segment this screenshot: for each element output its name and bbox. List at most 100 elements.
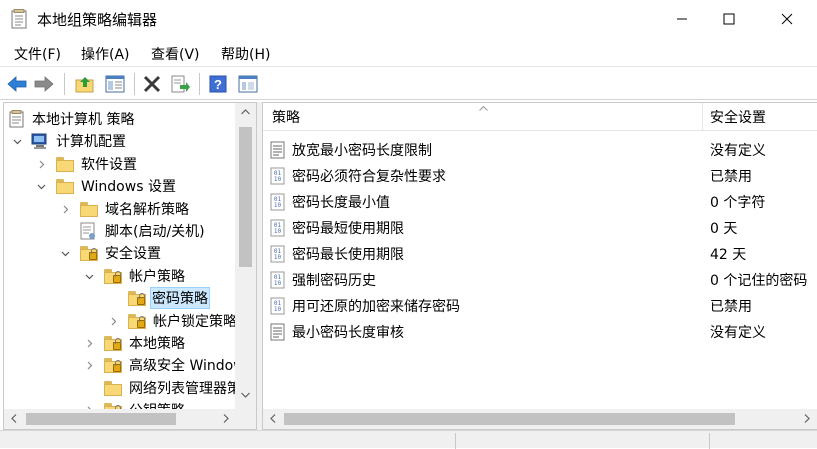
tree-item-root[interactable]: 本地计算机 策略 — [4, 108, 244, 130]
status-divider — [709, 433, 710, 449]
scroll-left-icon[interactable] — [270, 414, 276, 423]
policy-setting: 0 个字符 — [710, 195, 766, 211]
close-icon — [781, 13, 793, 25]
show-hide-tree-button[interactable] — [104, 73, 126, 95]
table-row[interactable]: 放宽最小密码长度限制 没有定义 — [263, 137, 817, 163]
column-divider[interactable] — [702, 103, 703, 131]
policy-binary-icon: 0110 — [270, 245, 285, 263]
export-list-icon — [171, 75, 190, 93]
tree-label: 本地策略 — [129, 336, 185, 352]
tree-item-computer-config[interactable]: 计算机配置 — [4, 130, 244, 152]
chevron-down-icon[interactable] — [84, 265, 94, 287]
tree-item-password-policy[interactable]: 密码策略 — [4, 287, 244, 309]
policy-name: 放宽最小密码长度限制 — [292, 143, 432, 159]
svg-text:10: 10 — [274, 306, 282, 313]
scroll-thumb[interactable] — [239, 127, 252, 267]
close-button[interactable] — [764, 0, 810, 38]
scroll-right-icon[interactable] — [223, 414, 229, 423]
tree-item-windows-settings[interactable]: Windows 设置 — [4, 175, 244, 197]
policy-name: 最小密码长度审核 — [292, 325, 404, 341]
title-bar: 本地组策略编辑器 — [0, 0, 817, 38]
chevron-right-icon[interactable] — [84, 332, 94, 354]
scroll-thumb[interactable] — [284, 413, 735, 425]
tree-item-security-settings[interactable]: 安全设置 — [4, 242, 244, 264]
column-header-setting[interactable]: 安全设置 — [710, 103, 766, 130]
policy-binary-icon: 0110 — [270, 219, 285, 237]
tree-item-software-settings[interactable]: 软件设置 — [4, 153, 244, 175]
table-row[interactable]: 01 10 密码最短使用期限 0 天 — [263, 215, 817, 241]
tree-item-network-list[interactable]: 网络列表管理器策略 — [4, 377, 255, 399]
back-button[interactable] — [6, 73, 28, 95]
policy-name: 密码长度最小值 — [292, 195, 390, 211]
tree-label: 域名解析策略 — [105, 202, 189, 218]
policy-setting: 已禁用 — [710, 169, 752, 185]
chevron-right-icon[interactable] — [36, 153, 46, 175]
policy-name: 密码最短使用期限 — [292, 221, 404, 237]
tree-pane[interactable]: 本地计算机 策略 计算机配置 软件设置 Windows 设置 域名解析策略 脚本… — [3, 102, 257, 430]
column-header-policy[interactable]: 策略 — [272, 103, 300, 130]
toolbar: ? — [0, 66, 817, 100]
tree-vertical-scrollbar[interactable] — [235, 103, 256, 409]
chevron-down-icon[interactable] — [60, 242, 70, 264]
forward-button[interactable] — [33, 73, 55, 95]
export-list-button[interactable] — [169, 73, 191, 95]
chevron-down-icon[interactable] — [36, 175, 46, 197]
tree-item-lockout-policy[interactable]: 帐户锁定策略 — [4, 310, 244, 332]
maximize-button[interactable] — [706, 0, 752, 38]
policy-setting: 0 天 — [710, 221, 738, 237]
secure-folder-icon — [104, 336, 122, 351]
tree-label: 密码策略 — [150, 287, 210, 309]
tree-item-scripts[interactable]: 脚本(启动/关机) — [4, 220, 244, 242]
secure-folder-icon — [104, 358, 122, 373]
toolbar-separator — [199, 73, 200, 95]
secure-folder-icon — [80, 246, 98, 261]
policy-list-pane[interactable]: 策略 安全设置 放宽最小密码长度限制 没有定义 01 10 密码必须符合复杂性要求… — [262, 102, 817, 430]
menu-view[interactable]: 查看(V) — [151, 44, 200, 64]
scroll-down-icon[interactable] — [241, 392, 250, 398]
delete-button[interactable] — [141, 73, 163, 95]
tree-label: 本地计算机 策略 — [32, 112, 135, 128]
tree-label: 帐户锁定策略 — [153, 314, 237, 330]
properties-button[interactable] — [237, 73, 259, 95]
menu-help[interactable]: 帮助(H) — [221, 44, 270, 64]
tree-label: Windows 设置 — [81, 179, 176, 195]
maximize-icon — [723, 13, 735, 25]
up-folder-button[interactable] — [74, 73, 96, 95]
toolbar-separator — [64, 73, 65, 95]
tree-item-account-policies[interactable]: 帐户策略 — [4, 265, 244, 287]
table-row[interactable]: 01 10 用可还原的加密来储存密码 已禁用 — [263, 293, 817, 319]
scroll-right-icon[interactable] — [804, 414, 810, 423]
tree-label: 软件设置 — [81, 157, 137, 173]
menu-action[interactable]: 操作(A) — [81, 44, 130, 64]
table-row[interactable]: 01 10 密码必须符合复杂性要求 已禁用 — [263, 163, 817, 189]
minimize-button[interactable] — [659, 0, 705, 38]
chevron-right-icon[interactable] — [84, 354, 94, 376]
scroll-thumb[interactable] — [26, 413, 176, 425]
scroll-up-icon[interactable] — [241, 109, 250, 115]
chevron-down-icon[interactable] — [12, 130, 22, 152]
tree-item-advanced-firewall[interactable]: 高级安全 Windows Defender 防火墙 — [4, 354, 256, 376]
secure-folder-icon — [128, 314, 146, 329]
tree-item-local-policies[interactable]: 本地策略 — [4, 332, 244, 354]
help-button[interactable]: ? — [207, 73, 229, 95]
policy-editor-icon — [11, 9, 27, 29]
chevron-right-icon[interactable] — [108, 310, 118, 332]
toolbar-separator — [134, 73, 135, 95]
chevron-right-icon[interactable] — [60, 198, 70, 220]
show-hide-tree-icon — [105, 75, 125, 93]
policy-setting: 已禁用 — [710, 299, 752, 315]
list-horizontal-scrollbar[interactable] — [263, 409, 817, 429]
status-divider — [455, 433, 456, 449]
table-row[interactable]: 最小密码长度审核 没有定义 — [263, 319, 817, 345]
tree-label: 安全设置 — [105, 246, 161, 262]
svg-text:10: 10 — [274, 176, 282, 183]
table-row[interactable]: 01 10 密码最长使用期限 42 天 — [263, 241, 817, 267]
tree-horizontal-scrollbar[interactable] — [4, 409, 256, 429]
status-bar — [0, 430, 817, 449]
table-row[interactable]: 01 10 强制密码历史 0 个记住的密码 — [263, 267, 817, 293]
scroll-left-icon[interactable] — [11, 414, 17, 423]
table-row[interactable]: 01 10 密码长度最小值 0 个字符 — [263, 189, 817, 215]
menu-file[interactable]: 文件(F) — [14, 44, 61, 64]
tree-item-dns-policy[interactable]: 域名解析策略 — [4, 198, 244, 220]
folder-icon — [80, 202, 98, 217]
